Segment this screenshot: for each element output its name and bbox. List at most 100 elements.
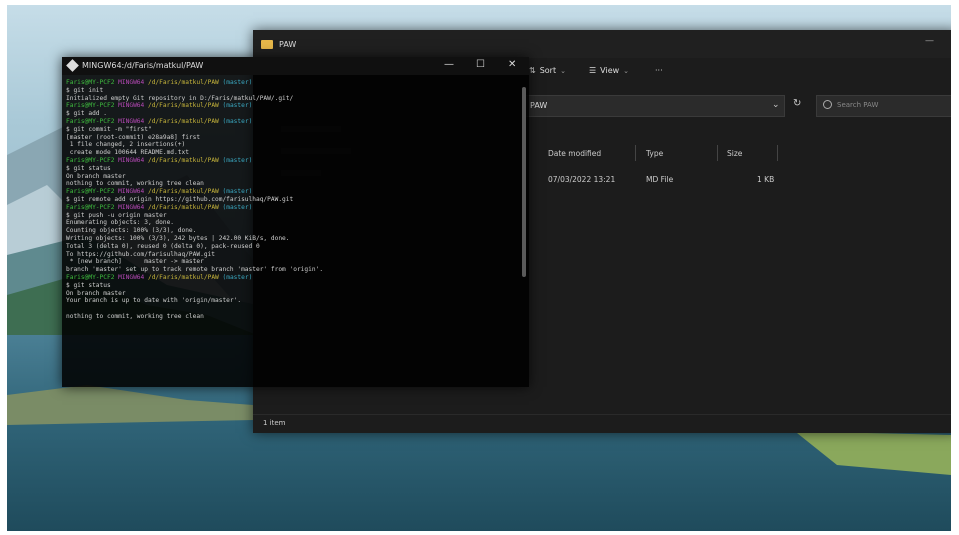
prompt-host: MINGW64: [118, 156, 145, 164]
terminal-output-line: Enumerating objects: 3, done.: [66, 219, 175, 227]
view-icon: ☰: [589, 66, 597, 75]
terminal-command: $ git commit -m "first": [66, 125, 152, 133]
prompt-user: Faris@MY-PCF2: [66, 79, 115, 86]
prompt-path: /d/Faris/matkul/PAW: [147, 203, 219, 211]
terminal-output-line: On branch master: [66, 289, 126, 297]
prompt-path: /d/Faris/matkul/PAW: [147, 79, 219, 86]
terminal-output-line: [master (root-commit) e28a9a8] first: [66, 133, 201, 141]
item-count: 1 item: [263, 419, 286, 427]
terminal-prompt: Faris@MY-PCF2 MINGW64 /d/Faris/matkul/PA…: [66, 79, 252, 86]
prompt-branch: (master): [222, 79, 253, 86]
chevron-down-icon: ⌄: [560, 66, 566, 75]
prompt-branch: (master): [222, 273, 253, 281]
terminal-output-line: To https://github.com/farisulhaq/PAW.git: [66, 250, 216, 258]
folder-icon: [261, 39, 273, 49]
prompt-user: Faris@MY-PCF2: [66, 117, 115, 125]
prompt-branch: (master): [222, 188, 253, 196]
terminal-output-line: create mode 100644 README.md.txt: [66, 149, 189, 157]
file-type[interactable]: MD File: [646, 175, 673, 184]
prompt-user: Faris@MY-PCF2: [66, 156, 115, 164]
terminal-command: $ git init: [66, 86, 104, 94]
terminal-output-line: branch 'master' set up to track remote b…: [66, 266, 324, 274]
terminal-output-line: Total 3 (delta 0), reused 0 (delta 0), p…: [66, 242, 260, 250]
prompt-user: Faris@MY-PCF2: [66, 203, 115, 211]
chevron-down-icon[interactable]: ⌄: [772, 100, 780, 110]
column-divider[interactable]: [635, 145, 636, 161]
prompt-path: /d/Faris/matkul/PAW: [147, 117, 219, 125]
prompt-host: MINGW64: [118, 203, 145, 211]
desktop: PAW — ⇅ Sort ⌄ ☰ View ⌄ ··· PAW ⌄ ↻ Sear…: [7, 5, 951, 531]
prompt-user: Faris@MY-PCF2: [66, 188, 115, 196]
view-label: View: [600, 66, 620, 75]
column-divider[interactable]: [777, 145, 778, 161]
file-size[interactable]: 1 KB: [757, 175, 774, 184]
terminal-command: $ git status: [66, 281, 111, 289]
search-placeholder: Search PAW: [837, 101, 879, 109]
address-field[interactable]: PAW ⌄: [523, 95, 785, 117]
chevron-down-icon: ⌄: [623, 66, 630, 75]
prompt-path: /d/Faris/matkul/PAW: [147, 273, 219, 281]
column-divider[interactable]: [717, 145, 718, 161]
git-bash-icon: [66, 59, 79, 72]
prompt-host: MINGW64: [118, 79, 145, 86]
prompt-host: MINGW64: [118, 117, 145, 125]
address-bar[interactable]: PAW ⌄ ↻: [523, 95, 801, 117]
terminal-output-line: nothing to commit, working tree clean: [66, 312, 204, 320]
status-bar: 1 item: [253, 414, 951, 433]
terminal-output-line: Writing objects: 100% (3/3), 242 bytes |…: [66, 234, 290, 242]
sort-label: Sort: [539, 66, 557, 75]
terminal-prompt: Faris@MY-PCF2 MINGW64 /d/Faris/matkul/PA…: [66, 274, 252, 281]
sort-button[interactable]: ⇅ Sort ⌄: [529, 66, 566, 75]
prompt-host: MINGW64: [118, 273, 145, 281]
terminal-prompt: Faris@MY-PCF2 MINGW64 /d/Faris/matkul/PA…: [66, 188, 252, 195]
terminal-output-line: On branch master: [66, 172, 126, 180]
maximize-button[interactable]: ☐: [476, 59, 485, 70]
view-button[interactable]: ☰ View ⌄: [589, 66, 629, 75]
minimize-button[interactable]: —: [925, 36, 934, 46]
address-text: PAW: [530, 101, 548, 110]
refresh-icon[interactable]: ↻: [793, 98, 801, 109]
close-button[interactable]: ✕: [508, 59, 516, 70]
terminal-output[interactable]: Faris@MY-PCF2 MINGW64 /d/Faris/matkul/PA…: [66, 79, 323, 321]
terminal-prompt: Faris@MY-PCF2 MINGW64 /d/Faris/matkul/PA…: [66, 204, 252, 211]
more-options-button[interactable]: ···: [655, 66, 663, 75]
terminal-prompt: Faris@MY-PCF2 MINGW64 /d/Faris/matkul/PA…: [66, 118, 252, 125]
prompt-host: MINGW64: [118, 188, 145, 196]
search-icon: [823, 100, 832, 109]
prompt-path: /d/Faris/matkul/PAW: [147, 102, 219, 110]
terminal-command: $ git remote add origin https://github.c…: [66, 195, 294, 203]
terminal-command: $ git add .: [66, 110, 107, 118]
explorer-titlebar: PAW —: [253, 30, 951, 58]
prompt-user: Faris@MY-PCF2: [66, 273, 115, 281]
prompt-host: MINGW64: [118, 102, 145, 110]
terminal-command: $ git push -u origin master: [66, 211, 167, 219]
terminal-title: MINGW64:/d/Faris/matkul/PAW: [82, 61, 204, 70]
prompt-branch: (master): [222, 102, 253, 110]
prompt-branch: (master): [222, 203, 253, 211]
scrollbar[interactable]: [522, 87, 526, 277]
terminal-output-line: Counting objects: 100% (3/3), done.: [66, 227, 197, 235]
prompt-branch: (master): [222, 156, 253, 164]
column-header-type[interactable]: Type: [646, 149, 663, 158]
git-bash-window[interactable]: MINGW64:/d/Faris/matkul/PAW — ☐ ✕ Faris@…: [62, 57, 529, 387]
terminal-prompt: Faris@MY-PCF2 MINGW64 /d/Faris/matkul/PA…: [66, 102, 252, 109]
terminal-titlebar[interactable]: MINGW64:/d/Faris/matkul/PAW — ☐ ✕: [62, 57, 529, 75]
explorer-title: PAW: [279, 39, 297, 49]
terminal-output-line: Your branch is up to date with 'origin/m…: [66, 297, 242, 305]
terminal-output-line: * [new branch] master -> master: [66, 258, 204, 266]
terminal-output-line: 1 file changed, 2 insertions(+): [66, 141, 186, 149]
column-header-size[interactable]: Size: [727, 149, 742, 158]
search-input[interactable]: Search PAW: [816, 95, 951, 117]
sort-icon: ⇅: [529, 66, 536, 75]
prompt-path: /d/Faris/matkul/PAW: [147, 188, 219, 196]
minimize-button[interactable]: —: [444, 59, 454, 70]
terminal-output-line: nothing to commit, working tree clean: [66, 180, 204, 188]
file-date[interactable]: 07/03/2022 13:21: [548, 175, 615, 184]
prompt-path: /d/Faris/matkul/PAW: [147, 156, 219, 164]
column-header-date[interactable]: Date modified: [548, 149, 601, 158]
terminal-output-line: Initialized empty Git repository in D:/F…: [66, 94, 294, 102]
terminal-command: $ git status: [66, 164, 111, 172]
prompt-user: Faris@MY-PCF2: [66, 102, 115, 110]
prompt-branch: (master): [222, 117, 253, 125]
terminal-prompt: Faris@MY-PCF2 MINGW64 /d/Faris/matkul/PA…: [66, 157, 252, 164]
